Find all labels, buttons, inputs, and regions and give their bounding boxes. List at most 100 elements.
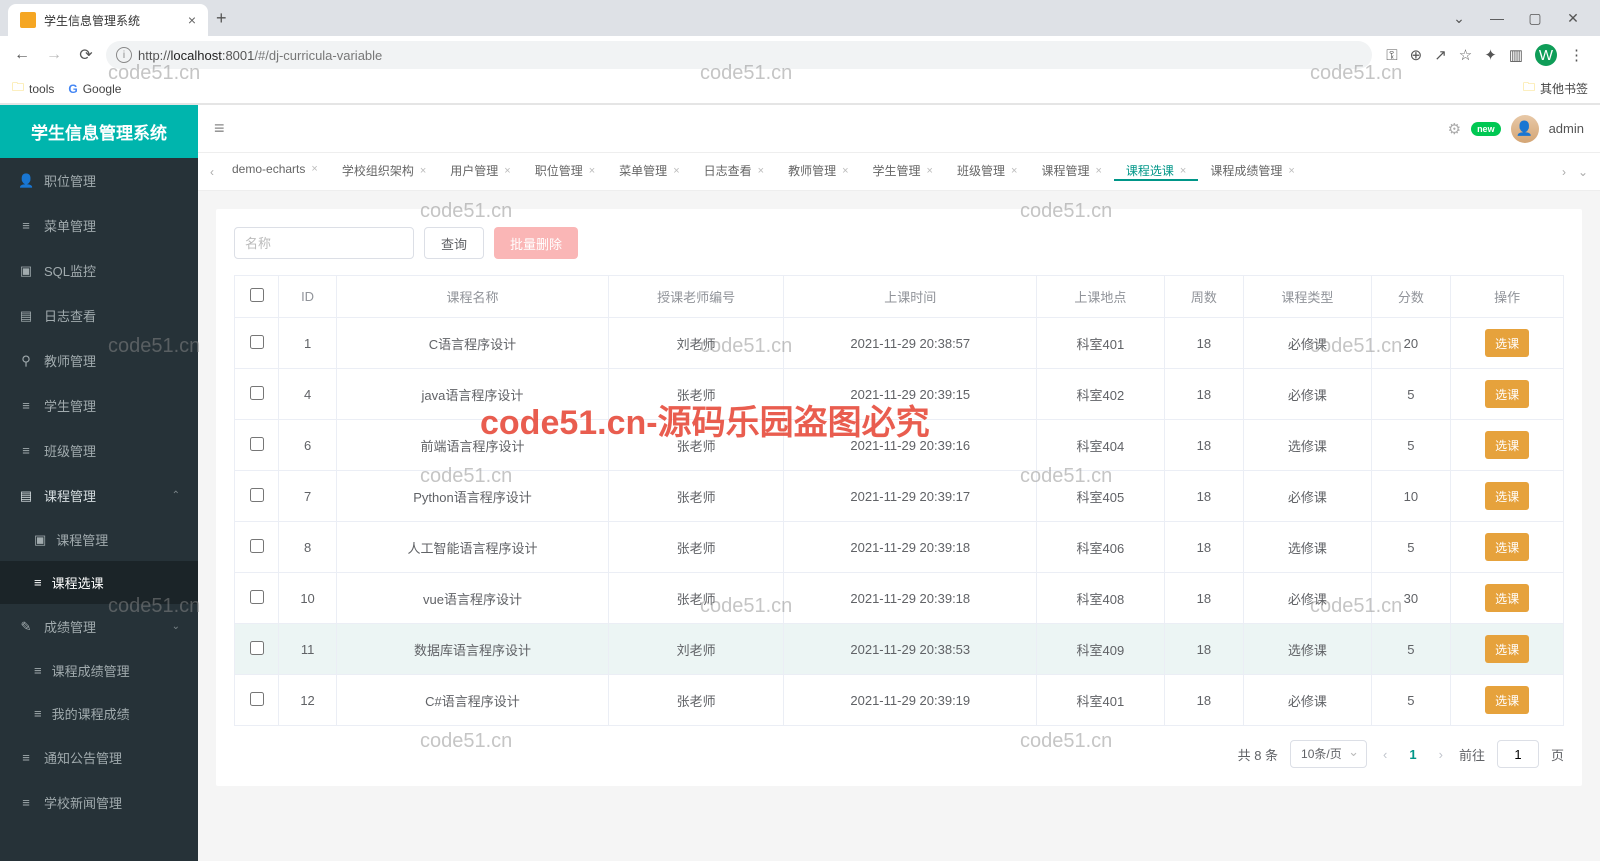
forward-button[interactable]: →	[42, 46, 66, 64]
table-row: 12C#语言程序设计张老师2021-11-29 20:39:19科室40118必…	[235, 675, 1564, 726]
profile-avatar[interactable]: W	[1535, 44, 1557, 66]
search-input[interactable]	[234, 227, 414, 259]
sidebar-item[interactable]: ≡通知公告管理	[0, 735, 198, 780]
sidebar-item[interactable]: ▣SQL监控	[0, 248, 198, 293]
row-checkbox[interactable]	[250, 335, 264, 349]
tab-close-icon[interactable]: ×	[758, 165, 764, 177]
page-tab[interactable]: 课程管理×	[1029, 162, 1113, 179]
bookmark-tools[interactable]: 🗀tools	[12, 78, 54, 99]
select-course-button[interactable]: 选课	[1485, 635, 1529, 663]
tab-close-icon[interactable]: ×	[504, 165, 510, 177]
sidebar-item[interactable]: ✎成绩管理⌄	[0, 604, 198, 649]
page-number[interactable]: 1	[1403, 747, 1422, 762]
hamburger-icon[interactable]: ≡	[214, 118, 225, 139]
tab-close-icon[interactable]: ×	[1180, 165, 1186, 177]
select-course-button[interactable]: 选课	[1485, 380, 1529, 408]
sidebar-item[interactable]: ▤课程管理⌃	[0, 473, 198, 518]
user-avatar[interactable]: 👤	[1511, 115, 1539, 143]
site-info-icon[interactable]: i	[116, 47, 132, 63]
tab-close-icon[interactable]: ×	[927, 165, 933, 177]
select-course-button[interactable]: 选课	[1485, 686, 1529, 714]
bookmark-other[interactable]: 🗀其他书签	[1523, 78, 1588, 99]
sidebar-subitem[interactable]: ≡课程成绩管理	[0, 649, 198, 692]
row-checkbox[interactable]	[250, 641, 264, 655]
page-tab[interactable]: 教师管理 ×	[776, 162, 860, 179]
page-next[interactable]: ›	[1435, 747, 1447, 762]
tabs-scroll-left[interactable]: ‹	[204, 165, 220, 179]
window-controls: ⌄ — ▢ ✕	[1444, 10, 1600, 27]
bookmark-star-icon[interactable]: ☆	[1459, 46, 1472, 64]
zoom-icon[interactable]: ⊕	[1410, 46, 1423, 64]
page-tab[interactable]: demo-echarts×	[220, 162, 330, 176]
new-tab-button[interactable]: +	[216, 8, 227, 29]
select-course-button[interactable]: 选课	[1485, 584, 1529, 612]
page-size-select[interactable]: 10条/页	[1290, 740, 1367, 768]
tab-close-icon[interactable]: ×	[673, 165, 679, 177]
row-checkbox[interactable]	[250, 437, 264, 451]
sidebar-item[interactable]: ⚲教师管理	[0, 338, 198, 383]
share-icon[interactable]: ↗	[1434, 46, 1447, 64]
page-tab[interactable]: 菜单管理×	[607, 162, 691, 179]
tab-close-icon[interactable]: ×	[1095, 165, 1101, 177]
query-button[interactable]: 查询	[424, 227, 484, 259]
reading-list-icon[interactable]: ▥	[1509, 46, 1523, 64]
url-input[interactable]: i http://localhost:8001/#/dj-curricula-v…	[106, 41, 1372, 69]
maximize-icon[interactable]: ▢	[1520, 10, 1550, 27]
sidebar-subitem[interactable]: ▣课程管理	[0, 518, 198, 561]
sidebar-subitem[interactable]: ≡课程选课	[0, 561, 198, 604]
tab-close-icon[interactable]: ×	[589, 165, 595, 177]
key-icon[interactable]: ⚿	[1386, 47, 1397, 64]
page-tab[interactable]: 课程选课×	[1114, 162, 1198, 181]
tab-close-icon[interactable]: ×	[1288, 165, 1294, 177]
page-tab[interactable]: 学校组织架构×	[330, 162, 438, 179]
table-header-cell: 周数	[1164, 276, 1243, 318]
select-course-button[interactable]: 选课	[1485, 482, 1529, 510]
sidebar-subitem[interactable]: ≡我的课程成绩	[0, 692, 198, 735]
tab-close-icon[interactable]: ×	[420, 165, 426, 177]
chevron-down-icon[interactable]: ⌄	[1444, 10, 1474, 27]
row-checkbox[interactable]	[250, 386, 264, 400]
row-checkbox[interactable]	[250, 590, 264, 604]
page-tab[interactable]: 日志查看×	[692, 162, 776, 179]
select-course-button[interactable]: 选课	[1485, 329, 1529, 357]
row-checkbox[interactable]	[250, 692, 264, 706]
browser-chrome: 学生信息管理系统 × + ⌄ — ▢ ✕ ← → ⟳ i http://loca…	[0, 0, 1600, 105]
tabs-scroll-right[interactable]: ›	[1556, 165, 1572, 179]
page-tab-label: 教师管理	[788, 162, 836, 179]
sidebar-item[interactable]: ▤日志查看	[0, 293, 198, 338]
page-tab[interactable]: 职位管理×	[523, 162, 607, 179]
page-tab[interactable]: 学生管理×	[861, 162, 945, 179]
sidebar-item[interactable]: ≡菜单管理	[0, 203, 198, 248]
select-all-checkbox[interactable]	[250, 288, 264, 302]
gear-icon[interactable]: ⚙	[1448, 120, 1461, 138]
page-tab[interactable]: 用户管理×	[438, 162, 522, 179]
page-prev[interactable]: ‹	[1379, 747, 1391, 762]
back-button[interactable]: ←	[10, 46, 34, 64]
close-icon[interactable]: ✕	[1558, 10, 1588, 27]
table-row: 6前端语言程序设计张老师2021-11-29 20:39:16科室40418选修…	[235, 420, 1564, 471]
select-course-button[interactable]: 选课	[1485, 431, 1529, 459]
page-tab[interactable]: 班级管理×	[945, 162, 1029, 179]
sidebar-item[interactable]: ≡班级管理	[0, 428, 198, 473]
batch-delete-button[interactable]: 批量删除	[494, 227, 578, 259]
bookmark-google[interactable]: GGoogle	[68, 82, 121, 96]
reload-button[interactable]: ⟳	[74, 45, 98, 65]
row-checkbox[interactable]	[250, 488, 264, 502]
tabs-menu-icon[interactable]: ⌄	[1572, 165, 1594, 179]
sidebar-item[interactable]: ≡学校新闻管理	[0, 780, 198, 825]
select-course-button[interactable]: 选课	[1485, 533, 1529, 561]
sidebar-item[interactable]: ≡学生管理	[0, 383, 198, 428]
page-tab[interactable]: 课程成绩管理×	[1198, 162, 1306, 179]
sidebar-item[interactable]: 👤职位管理	[0, 158, 198, 203]
extensions-icon[interactable]: ✦	[1484, 46, 1497, 64]
row-checkbox[interactable]	[250, 539, 264, 553]
tab-close-icon[interactable]: ×	[1011, 165, 1017, 177]
tab-close-icon[interactable]: ×	[842, 165, 848, 177]
minimize-icon[interactable]: —	[1482, 10, 1512, 27]
browser-tab[interactable]: 学生信息管理系统 ×	[8, 4, 208, 36]
page-goto-input[interactable]	[1497, 740, 1539, 768]
cell-place: 科室401	[1037, 318, 1165, 369]
tab-close-icon[interactable]: ×	[311, 163, 317, 175]
menu-icon[interactable]: ⋮	[1569, 46, 1584, 64]
tab-close-icon[interactable]: ×	[188, 12, 196, 28]
